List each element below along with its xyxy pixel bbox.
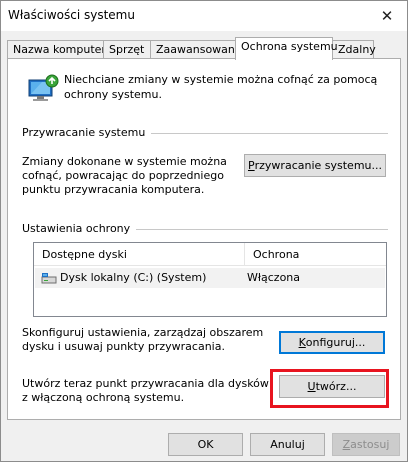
tab-advanced[interactable]: Zaawansowane [150, 40, 242, 59]
system-restore-accel: P [247, 159, 255, 172]
drive-name: Dysk lokalny (C:) (System) [60, 271, 207, 284]
apply-button[interactable]: Zastosuj [332, 433, 400, 456]
configure-button[interactable]: Konfiguruj... [279, 331, 385, 354]
close-icon[interactable]: ✕ [367, 1, 407, 31]
tab-remote[interactable]: Zdalny [332, 40, 376, 59]
drives-list[interactable]: Dostępne dyski Ochrona Dysk lokalny (C:)… [33, 242, 387, 317]
intro-text: Niechciane zmiany w systemie można cofną… [64, 73, 378, 101]
drives-list-header: Dostępne dyski Ochrona [34, 243, 386, 266]
create-label: twórz... [315, 380, 357, 393]
create-button[interactable]: Utwórz... [279, 375, 385, 398]
apply-label: astosuj [350, 438, 390, 451]
system-properties-window: Właściwości systemu ✕ Nazwa komputera Sp… [0, 0, 408, 462]
protection-group-title: Ustawienia ochrony [22, 222, 137, 235]
drive-protection-status: Włączona [247, 271, 301, 284]
cancel-button[interactable]: Anuluj [250, 433, 325, 456]
tab-system-protection[interactable]: Ochrona systemu [235, 37, 338, 60]
apply-accel: Z [342, 438, 351, 451]
restore-group-title: Przywracanie systemu [22, 126, 152, 139]
system-restore-button[interactable]: Przywracanie systemu... [244, 154, 386, 177]
hard-drive-icon [41, 272, 57, 283]
drive-cell: Dysk lokalny (C:) (System) [41, 271, 206, 284]
column-header-drives[interactable]: Dostępne dyski [34, 243, 245, 266]
create-accel: U [307, 380, 316, 393]
drive-row[interactable]: Dysk lokalny (C:) (System) Włączona [35, 268, 385, 288]
tab-strip: Nazwa komputera Sprzęt Zaawansowane Ochr… [7, 37, 401, 60]
system-protection-icon [28, 74, 59, 101]
column-header-protection[interactable]: Ochrona [246, 243, 386, 266]
create-description: Utwórz teraz punkt przywracania dla dysk… [22, 377, 269, 404]
system-restore-label: rzywracanie systemu... [254, 159, 383, 172]
tab-hardware[interactable]: Sprzęt [103, 40, 151, 59]
window-title: Właściwości systemu [8, 8, 135, 22]
tab-computer-name[interactable]: Nazwa komputera [7, 40, 113, 59]
title-bar[interactable]: Właściwości systemu ✕ [1, 1, 407, 31]
configure-description: Skonfiguruj ustawienia, zarządzaj obszar… [22, 326, 264, 353]
restore-description: Zmiany dokonane w systemie można cofnąć,… [22, 155, 227, 196]
configure-accel: K [298, 336, 306, 349]
ok-button[interactable]: OK [168, 433, 243, 456]
system-protection-panel: Niechciane zmiany w systemie można cofną… [7, 58, 401, 420]
configure-label: onfiguruj... [305, 336, 366, 349]
